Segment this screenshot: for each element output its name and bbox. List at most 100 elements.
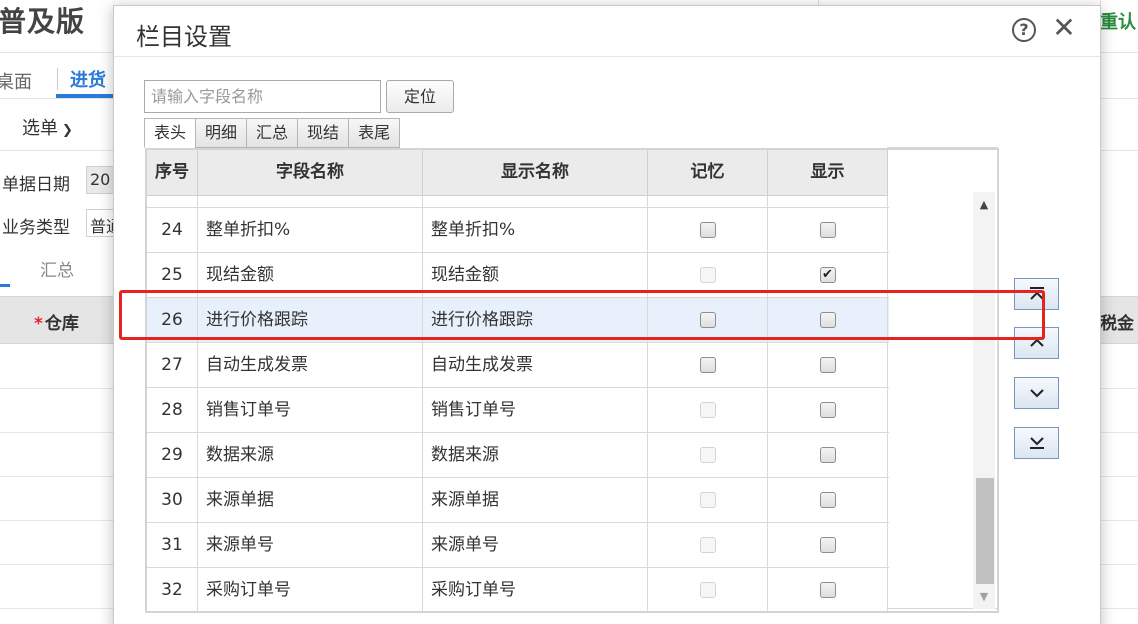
move-up-button[interactable]	[1014, 327, 1059, 359]
business-type-label: 业务类型	[2, 218, 70, 238]
remember-checkbox[interactable]	[699, 312, 716, 328]
column-header-show: 显示	[768, 150, 888, 196]
field-name: 自动生成发票	[198, 343, 423, 387]
remember-cell	[648, 388, 768, 432]
move-to-top-button[interactable]	[1014, 278, 1059, 310]
table-body: 24 整单折扣% 整单折扣% 25 现结金额 现结金额 ✔ 26 进行价格跟踪 进行价格跟踪 27 自…	[147, 196, 889, 611]
display-name: 采购订单号	[423, 568, 648, 611]
table-row[interactable]: 31 来源单号 来源单号	[147, 523, 889, 568]
move-down-button[interactable]	[1014, 377, 1059, 409]
remember-checkbox[interactable]	[699, 357, 716, 373]
select-order-button[interactable]: 选单 ❯	[22, 114, 73, 140]
table-row[interactable]: 32 采购订单号 采购订单号	[147, 568, 889, 611]
scrollbar-thumb[interactable]	[976, 478, 994, 584]
column-header-tax: 税金	[1100, 314, 1134, 334]
chevron-up-icon	[1030, 338, 1044, 347]
close-icon[interactable]: ✕	[1050, 14, 1078, 42]
table-row[interactable]: 26 进行价格跟踪 进行价格跟踪	[147, 298, 889, 343]
column-header-warehouse: * 仓库	[34, 309, 79, 334]
table-row[interactable]: 28 销售订单号 销售订单号	[147, 388, 889, 433]
remember-cell	[648, 343, 768, 387]
show-checkbox[interactable]	[819, 492, 836, 508]
row-number: 25	[147, 253, 198, 297]
double-chevron-down-icon	[1030, 437, 1044, 449]
show-cell	[768, 568, 888, 611]
divider	[114, 56, 1100, 57]
remember-cell	[648, 208, 768, 252]
show-cell	[768, 478, 888, 522]
remember-checkbox	[699, 492, 716, 508]
tab-detail[interactable]: 明细	[195, 118, 247, 148]
show-cell	[768, 388, 888, 432]
question-circle-icon[interactable]: ?	[1012, 18, 1036, 42]
active-tab-indicator	[0, 284, 10, 287]
show-checkbox[interactable]	[819, 312, 836, 328]
row-number: 26	[147, 298, 198, 342]
summary-tab[interactable]: 汇总	[40, 256, 74, 281]
remember-checkbox	[699, 402, 716, 418]
table-row[interactable]: 30 来源单据 来源单据	[147, 478, 889, 523]
show-checkbox[interactable]	[819, 222, 836, 238]
show-checkbox[interactable]	[819, 357, 836, 373]
tab-footer[interactable]: 表尾	[348, 118, 401, 148]
table-row[interactable]: 29 数据来源 数据来源	[147, 433, 889, 478]
date-label: 单据日期	[2, 175, 70, 195]
table-row[interactable]: 25 现结金额 现结金额 ✔	[147, 253, 889, 298]
scroll-down-arrow-icon[interactable]: ▼	[973, 588, 995, 606]
table-row-partial	[147, 196, 889, 208]
display-name: 整单折扣%	[423, 208, 648, 252]
remember-cell	[648, 568, 768, 611]
show-checkbox[interactable]	[819, 537, 836, 553]
remember-cell	[648, 298, 768, 342]
remember-checkbox	[699, 537, 716, 553]
table-cell	[648, 196, 768, 207]
dialog-title: 栏目设置	[136, 23, 232, 51]
table-cell	[147, 196, 198, 207]
show-cell	[768, 208, 888, 252]
show-cell: ✔	[768, 253, 888, 297]
column-header-field-name: 字段名称	[198, 150, 423, 196]
column-settings-dialog: 栏目设置 ? ✕ 定位 表头 明细 汇总 现结 表尾 序号 字段名称 显示名称 …	[113, 5, 1101, 624]
remember-checkbox	[699, 582, 716, 598]
show-checkbox[interactable]: ✔	[819, 267, 836, 283]
tab-purchase[interactable]: 进货	[70, 66, 106, 92]
tab-desktop[interactable]: 桌面	[0, 68, 32, 94]
table-row[interactable]: 27 自动生成发票 自动生成发票	[147, 343, 889, 388]
required-mark: *	[34, 314, 43, 334]
tab-header[interactable]: 表头	[144, 118, 196, 148]
tab-cash-settlement[interactable]: 现结	[297, 118, 349, 148]
row-number: 29	[147, 433, 198, 477]
locate-button[interactable]: 定位	[386, 80, 454, 113]
scroll-up-arrow-icon[interactable]: ▲	[973, 196, 995, 214]
row-number: 30	[147, 478, 198, 522]
divider	[887, 147, 998, 148]
field-search-input[interactable]	[144, 80, 381, 113]
tab-summary[interactable]: 汇总	[246, 118, 298, 148]
app-title: 普及版	[0, 5, 86, 38]
row-number: 27	[147, 343, 198, 387]
table-cell	[768, 196, 888, 207]
divider	[997, 147, 998, 609]
divider	[57, 68, 58, 90]
row-number: 24	[147, 208, 198, 252]
select-order-label: 选单	[22, 118, 58, 139]
field-name: 采购订单号	[198, 568, 423, 611]
chevron-down-icon: ❯	[62, 123, 73, 138]
move-to-bottom-button[interactable]	[1014, 427, 1059, 459]
remember-checkbox[interactable]	[699, 222, 716, 238]
column-header-label: 仓库	[44, 314, 79, 334]
chevron-down-icon	[1030, 389, 1044, 398]
field-name: 进行价格跟踪	[198, 298, 423, 342]
show-checkbox[interactable]	[819, 582, 836, 598]
header-link[interactable]: 重认	[1100, 8, 1136, 34]
column-header-remember: 记忆	[648, 150, 768, 196]
display-name: 数据来源	[423, 433, 648, 477]
display-name: 来源单号	[423, 523, 648, 567]
field-name: 来源单据	[198, 478, 423, 522]
table-row[interactable]: 24 整单折扣% 整单折扣%	[147, 208, 889, 253]
show-checkbox[interactable]	[819, 402, 836, 418]
column-header-no: 序号	[147, 150, 198, 196]
remember-cell	[648, 478, 768, 522]
show-checkbox[interactable]	[819, 447, 836, 463]
field-name: 数据来源	[198, 433, 423, 477]
